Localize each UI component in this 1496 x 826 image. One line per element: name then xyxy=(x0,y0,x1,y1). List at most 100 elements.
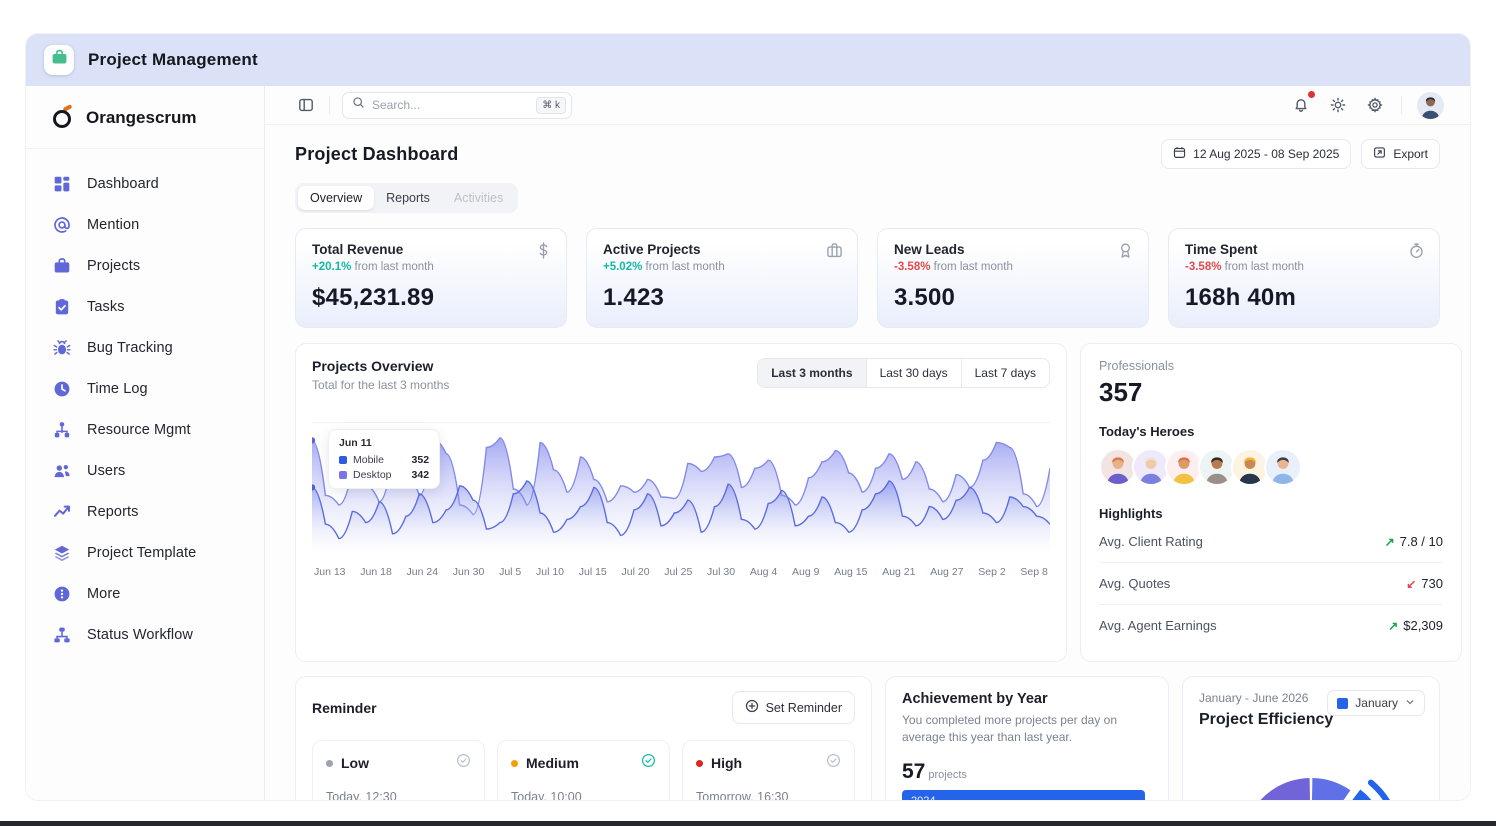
brand[interactable]: Orangescrum xyxy=(26,86,264,149)
x-tick-label: Aug 9 xyxy=(792,566,819,578)
x-tick-label: Jul 15 xyxy=(579,566,607,578)
tab-reports[interactable]: Reports xyxy=(374,186,442,210)
series-value: 342 xyxy=(398,469,430,481)
search-box[interactable]: ⌘ k xyxy=(342,92,572,119)
hero-avatar-5 xyxy=(1264,448,1302,486)
date-range-value: 12 Aug 2025 - 08 Sep 2025 xyxy=(1193,147,1339,161)
theme-sun-icon[interactable] xyxy=(1327,94,1349,116)
reminder-item-low[interactable]: LowToday, 12:30Create a design training … xyxy=(312,740,485,800)
export-button[interactable]: Export xyxy=(1361,139,1440,169)
stat-card-1[interactable]: Active Projects+5.02% from last month1.4… xyxy=(586,228,858,328)
tooltip-row: Mobile352 xyxy=(339,454,429,466)
highlight-row: Avg. Client Rating↗7.8 / 10 xyxy=(1099,521,1443,563)
bug-icon xyxy=(52,338,71,357)
range-button-last-3-months[interactable]: Last 3 months xyxy=(758,359,865,387)
date-range-picker[interactable]: 12 Aug 2025 - 08 Sep 2025 xyxy=(1161,139,1351,169)
achievement-count: 57 xyxy=(902,760,925,783)
stat-change-pct: -3.58% xyxy=(1185,261,1221,273)
range-segmented-control: Last 3 monthsLast 30 daysLast 7 days xyxy=(757,358,1050,388)
month-dropdown[interactable]: January xyxy=(1327,690,1425,716)
sidebar-item-projects[interactable]: Projects xyxy=(36,245,254,286)
check-circle-icon[interactable] xyxy=(826,753,841,773)
settings-gear-icon[interactable] xyxy=(1364,94,1386,116)
sidebar-item-reports[interactable]: Reports xyxy=(36,491,254,532)
stat-title: New Leads xyxy=(894,242,1132,257)
user-avatar[interactable] xyxy=(1417,92,1444,119)
stat-title: Time Spent xyxy=(1185,242,1423,257)
sidebar-item-workflow[interactable]: Status Workflow xyxy=(36,614,254,655)
stat-title: Active Projects xyxy=(603,242,841,257)
sidebar-item-template[interactable]: Project Template xyxy=(36,532,254,573)
stat-card-2[interactable]: New Leads-3.58% from last month3.500 xyxy=(877,228,1149,328)
x-tick-label: Aug 27 xyxy=(930,566,963,578)
sidebar-item-label: Resource Mgmt xyxy=(87,422,191,438)
overview-title: Projects Overview xyxy=(312,358,449,374)
heroes-avatars xyxy=(1099,448,1443,486)
sidebar-item-label: Dashboard xyxy=(87,176,159,192)
time-icon xyxy=(52,379,71,398)
set-reminder-button[interactable]: Set Reminder xyxy=(732,691,855,724)
app-title: Project Management xyxy=(88,50,258,70)
search-icon xyxy=(352,96,365,114)
tab-activities[interactable]: Activities xyxy=(442,186,515,210)
topbar: ⌘ k xyxy=(265,86,1470,125)
highlight-value: ↗7.8 / 10 xyxy=(1385,534,1443,549)
x-axis-labels: Jun 13Jun 18Jun 24Jun 30Jul 5Jul 10Jul 1… xyxy=(312,566,1050,584)
sidebar-item-resource[interactable]: Resource Mgmt xyxy=(36,409,254,450)
stat-value: 3.500 xyxy=(894,284,1132,312)
reminder-item-high[interactable]: HighTomorrow, 16:30Respond to customer s… xyxy=(682,740,855,800)
highlight-number: $2,309 xyxy=(1403,618,1443,633)
reminder-item-head: Medium xyxy=(511,753,656,773)
sidebar-item-label: Mention xyxy=(87,217,139,233)
search-input[interactable] xyxy=(372,98,529,112)
check-circle-icon[interactable] xyxy=(456,753,471,773)
briefcase-app-icon xyxy=(51,49,68,71)
sidebar-collapse-icon[interactable] xyxy=(295,94,317,116)
orangescrum-logo-icon xyxy=(52,106,76,130)
chart-tooltip: Jun 11 Mobile352Desktop342 xyxy=(328,429,440,489)
sidebar-item-more[interactable]: More xyxy=(36,573,254,614)
content: Project Dashboard 12 Aug 2025 - 08 Sep 2… xyxy=(265,125,1470,800)
tabs: OverviewReportsActivities xyxy=(295,183,518,213)
stat-value: 168h 40m xyxy=(1185,284,1423,312)
export-icon xyxy=(1373,146,1386,162)
achievement-bar-2024[interactable]: 2024 xyxy=(902,790,1145,800)
professionals-card: Professionals 357 Today's Heroes Highlig… xyxy=(1080,343,1462,662)
stat-value: 1.423 xyxy=(603,284,841,312)
reminder-card: Reminder Set Reminder LowToday, 12:30Cre… xyxy=(295,676,872,800)
stat-card-3[interactable]: Time Spent-3.58% from last month168h 40m xyxy=(1168,228,1440,328)
notifications-bell-icon[interactable] xyxy=(1290,94,1312,116)
range-button-last-30-days[interactable]: Last 30 days xyxy=(866,359,961,387)
stat-card-0[interactable]: Total Revenue+20.1% from last month$45,2… xyxy=(295,228,567,328)
range-button-last-7-days[interactable]: Last 7 days xyxy=(961,359,1049,387)
stat-cards: Total Revenue+20.1% from last month$45,2… xyxy=(295,228,1440,328)
app-window: Project Management Orangescrum Dashboard… xyxy=(26,34,1470,800)
sidebar-item-tasks[interactable]: Tasks xyxy=(36,286,254,327)
brand-name: Orangescrum xyxy=(86,108,197,128)
series-swatch xyxy=(339,471,347,479)
sidebar-item-bug[interactable]: Bug Tracking xyxy=(36,327,254,368)
sidebar-item-label: Users xyxy=(87,463,125,479)
series-name: Mobile xyxy=(353,454,384,466)
check-circle-icon[interactable] xyxy=(641,753,656,773)
x-tick-label: Sep 8 xyxy=(1020,566,1047,578)
highlight-number: 7.8 / 10 xyxy=(1400,534,1443,549)
sidebar-item-dashboard[interactable]: Dashboard xyxy=(36,163,254,204)
sidebar-item-time[interactable]: Time Log xyxy=(36,368,254,409)
achievement-card: Achievement by Year You completed more p… xyxy=(885,676,1169,800)
divider xyxy=(329,96,330,114)
area-chart[interactable]: Jun 11 Mobile352Desktop342 Jun 13Jun 18J… xyxy=(312,422,1050,584)
legend-swatch xyxy=(1337,698,1348,709)
efficiency-card: January - June 2026 Project Efficiency J… xyxy=(1182,676,1440,800)
x-tick-label: Aug 15 xyxy=(834,566,867,578)
reminder-item-medium[interactable]: MediumToday, 10:00Have a meeting with th… xyxy=(497,740,670,800)
achievement-row: 57projects2024 xyxy=(902,760,1152,800)
sidebar-item-users[interactable]: Users xyxy=(36,450,254,491)
tab-overview[interactable]: Overview xyxy=(298,186,374,210)
donut-chart[interactable]: 186 Visitors xyxy=(1206,751,1416,800)
reminder-item-head: Low xyxy=(326,753,471,773)
app-logo xyxy=(44,45,74,75)
stat-change-pct: -3.58% xyxy=(894,261,930,273)
sidebar-nav: Dashboard Mention ProjectsTasksBug Trackin… xyxy=(26,149,264,669)
sidebar-item-mention[interactable]: Mention xyxy=(36,204,254,245)
